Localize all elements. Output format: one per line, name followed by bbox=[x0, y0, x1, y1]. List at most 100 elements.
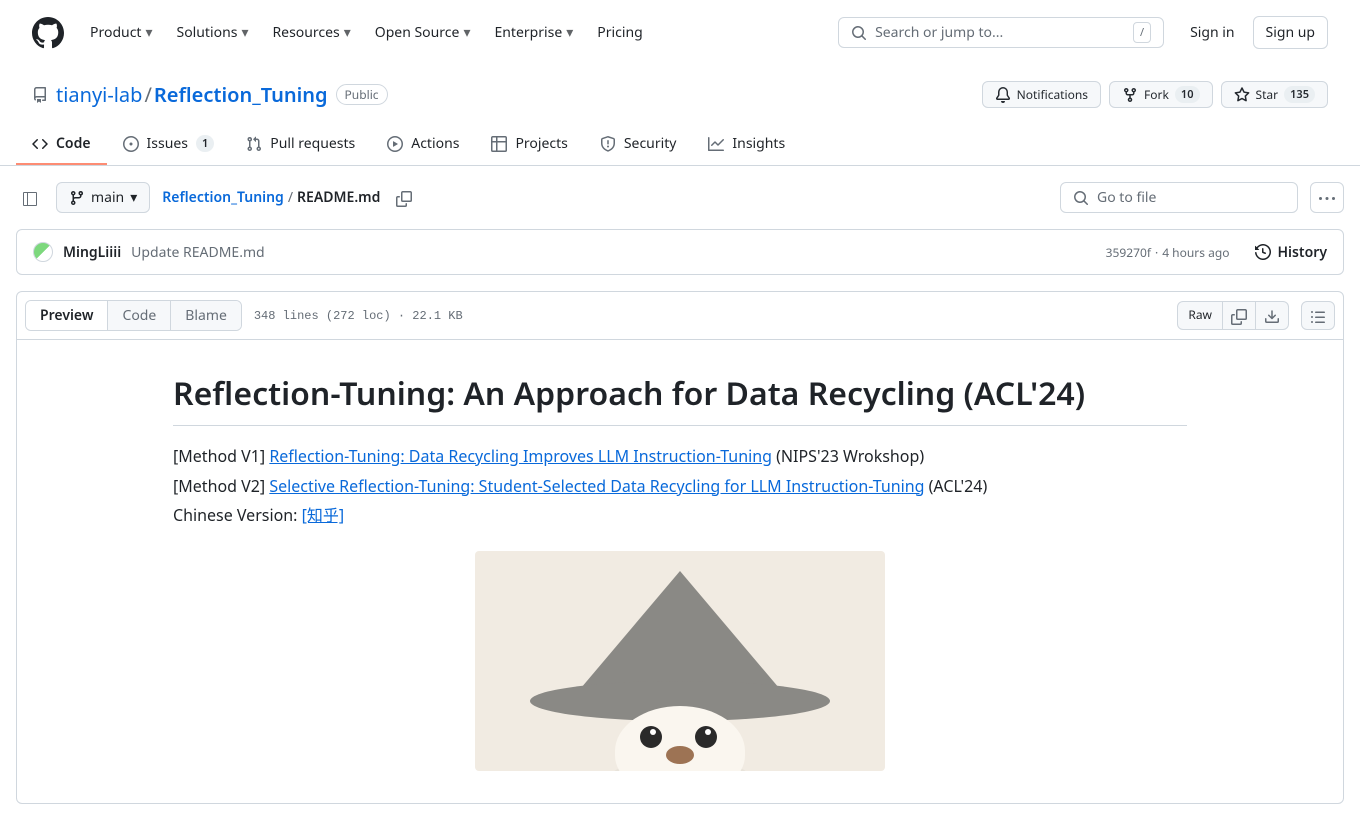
nav-resources[interactable]: Resources ▾ bbox=[262, 17, 360, 48]
shield-icon bbox=[600, 136, 616, 152]
nav-menu: Product▾ Solutions▾ Resources▾ Open Sour… bbox=[80, 17, 653, 48]
tab-code[interactable]: Code bbox=[16, 124, 107, 165]
nav-opensource[interactable]: Open Source▾ bbox=[365, 17, 481, 48]
breadcrumb: Reflection_Tuning/README.md bbox=[162, 188, 380, 207]
view-tabs: Preview Code Blame bbox=[25, 300, 242, 331]
tab-actions-label: Actions bbox=[411, 134, 459, 153]
repo-header: tianyi-lab/Reflection_Tuning Public Noti… bbox=[0, 65, 1360, 108]
star-icon bbox=[1234, 87, 1250, 103]
wizard-illustration[interactable] bbox=[475, 551, 885, 771]
nav-pricing-label: Pricing bbox=[597, 23, 642, 42]
slash-key-hint: / bbox=[1133, 22, 1151, 43]
star-button[interactable]: Star 135 bbox=[1221, 81, 1329, 108]
readme-image-wrap bbox=[173, 551, 1187, 771]
v2-link[interactable]: Selective Reflection-Tuning: Student-Sel… bbox=[269, 475, 924, 497]
top-header: Product▾ Solutions▾ Resources▾ Open Sour… bbox=[0, 0, 1360, 65]
copy-raw-button[interactable] bbox=[1223, 301, 1256, 330]
tab-projects-label: Projects bbox=[515, 134, 567, 153]
commit-author[interactable]: MingLiiii bbox=[63, 243, 121, 262]
outline-button[interactable] bbox=[1301, 301, 1335, 330]
branch-icon bbox=[69, 190, 85, 206]
v1-link[interactable]: Reflection-Tuning: Data Recycling Improv… bbox=[269, 445, 772, 467]
repo-actions: Notifications Fork 10 Star 135 bbox=[982, 81, 1328, 108]
chevron-down-icon: ▾ bbox=[130, 188, 137, 207]
chevron-down-icon: ▾ bbox=[463, 23, 470, 42]
nav-enterprise[interactable]: Enterprise▾ bbox=[484, 17, 583, 48]
notifications-button[interactable]: Notifications bbox=[982, 81, 1101, 108]
chevron-down-icon: ▾ bbox=[241, 23, 248, 42]
tab-issues[interactable]: Issues 1 bbox=[107, 124, 231, 165]
go-to-file-input[interactable]: Go to file bbox=[1060, 182, 1298, 213]
tab-insights[interactable]: Insights bbox=[692, 124, 801, 165]
repo-name-link[interactable]: Reflection_Tuning bbox=[154, 81, 328, 108]
history-icon bbox=[1255, 244, 1271, 260]
visibility-badge: Public bbox=[336, 84, 388, 105]
chinese-version-line: Chinese Version: [知乎] bbox=[173, 503, 1187, 529]
chevron-down-icon: ▾ bbox=[344, 23, 351, 42]
cn-link[interactable]: [知乎] bbox=[302, 504, 345, 526]
nav-solutions[interactable]: Solutions▾ bbox=[167, 17, 259, 48]
commit-sha[interactable]: 359270f bbox=[1106, 244, 1151, 261]
breadcrumb-current: README.md bbox=[297, 188, 380, 207]
commit-bar: MingLiiii Update README.md 359270f · 4 h… bbox=[16, 229, 1344, 275]
pr-icon bbox=[246, 136, 262, 152]
github-logo[interactable] bbox=[32, 17, 64, 49]
owner-link[interactable]: tianyi-lab bbox=[56, 81, 142, 108]
notifications-label: Notifications bbox=[1017, 86, 1088, 103]
bell-icon bbox=[995, 87, 1011, 103]
tab-pr-label: Pull requests bbox=[270, 134, 355, 153]
table-icon bbox=[491, 136, 507, 152]
branch-select[interactable]: main ▾ bbox=[56, 182, 150, 213]
readme-content: Reflection-Tuning: An Approach for Data … bbox=[17, 340, 1343, 803]
tab-security[interactable]: Security bbox=[584, 124, 693, 165]
graph-icon bbox=[708, 136, 724, 152]
issues-count: 1 bbox=[196, 135, 214, 152]
avatar[interactable] bbox=[33, 242, 53, 262]
play-icon bbox=[387, 136, 403, 152]
tab-blame[interactable]: Blame bbox=[171, 301, 241, 330]
nav-opensource-label: Open Source bbox=[375, 23, 460, 42]
raw-button[interactable]: Raw bbox=[1177, 301, 1223, 330]
nav-product-label: Product bbox=[90, 23, 141, 42]
chevron-down-icon: ▾ bbox=[566, 23, 573, 42]
cn-prefix: Chinese Version: bbox=[173, 504, 302, 526]
v1-suffix: (NIPS'23 Wrokshop) bbox=[772, 445, 924, 467]
file-nav: main ▾ Reflection_Tuning/README.md Go to… bbox=[0, 166, 1360, 229]
nav-solutions-label: Solutions bbox=[177, 23, 238, 42]
history-link[interactable]: History bbox=[1255, 243, 1327, 262]
history-label: History bbox=[1277, 243, 1327, 262]
tab-actions[interactable]: Actions bbox=[371, 124, 475, 165]
repo-icon bbox=[32, 87, 48, 103]
search-placeholder: Search or jump to... bbox=[875, 23, 1003, 42]
tab-pull-requests[interactable]: Pull requests bbox=[230, 124, 371, 165]
sign-in-link[interactable]: Sign in bbox=[1180, 17, 1244, 48]
branch-name: main bbox=[91, 188, 124, 207]
download-button[interactable] bbox=[1256, 301, 1289, 330]
side-panel-toggle[interactable] bbox=[16, 182, 44, 213]
repo-path: tianyi-lab/Reflection_Tuning bbox=[56, 81, 328, 108]
breadcrumb-root[interactable]: Reflection_Tuning bbox=[162, 188, 284, 207]
nav-pricing[interactable]: Pricing bbox=[587, 17, 652, 48]
copy-path-button[interactable] bbox=[392, 184, 416, 211]
commit-message[interactable]: Update README.md bbox=[131, 243, 265, 262]
sign-up-button[interactable]: Sign up bbox=[1253, 16, 1328, 49]
go-to-file-placeholder: Go to file bbox=[1097, 188, 1156, 207]
v2-prefix: [Method V2] bbox=[173, 475, 269, 497]
tab-preview[interactable]: Preview bbox=[26, 301, 107, 330]
star-label: Star bbox=[1256, 86, 1279, 103]
method-v1-line: [Method V1] Reflection-Tuning: Data Recy… bbox=[173, 444, 1187, 470]
tab-code-view[interactable]: Code bbox=[108, 301, 170, 330]
method-v2-line: [Method V2] Selective Reflection-Tuning:… bbox=[173, 474, 1187, 500]
v2-suffix: (ACL'24) bbox=[924, 475, 987, 497]
nav-enterprise-label: Enterprise bbox=[494, 23, 562, 42]
tab-projects[interactable]: Projects bbox=[475, 124, 583, 165]
fork-count: 10 bbox=[1175, 86, 1200, 103]
nav-resources-label: Resources bbox=[272, 23, 339, 42]
tab-insights-label: Insights bbox=[732, 134, 785, 153]
fork-button[interactable]: Fork 10 bbox=[1109, 81, 1212, 108]
code-icon bbox=[32, 136, 48, 152]
global-search[interactable]: Search or jump to... / bbox=[838, 17, 1164, 48]
file-toolbar: Preview Code Blame 348 lines (272 loc) ·… bbox=[17, 292, 1343, 340]
nav-product[interactable]: Product▾ bbox=[80, 17, 163, 48]
more-options-button[interactable] bbox=[1310, 182, 1344, 213]
